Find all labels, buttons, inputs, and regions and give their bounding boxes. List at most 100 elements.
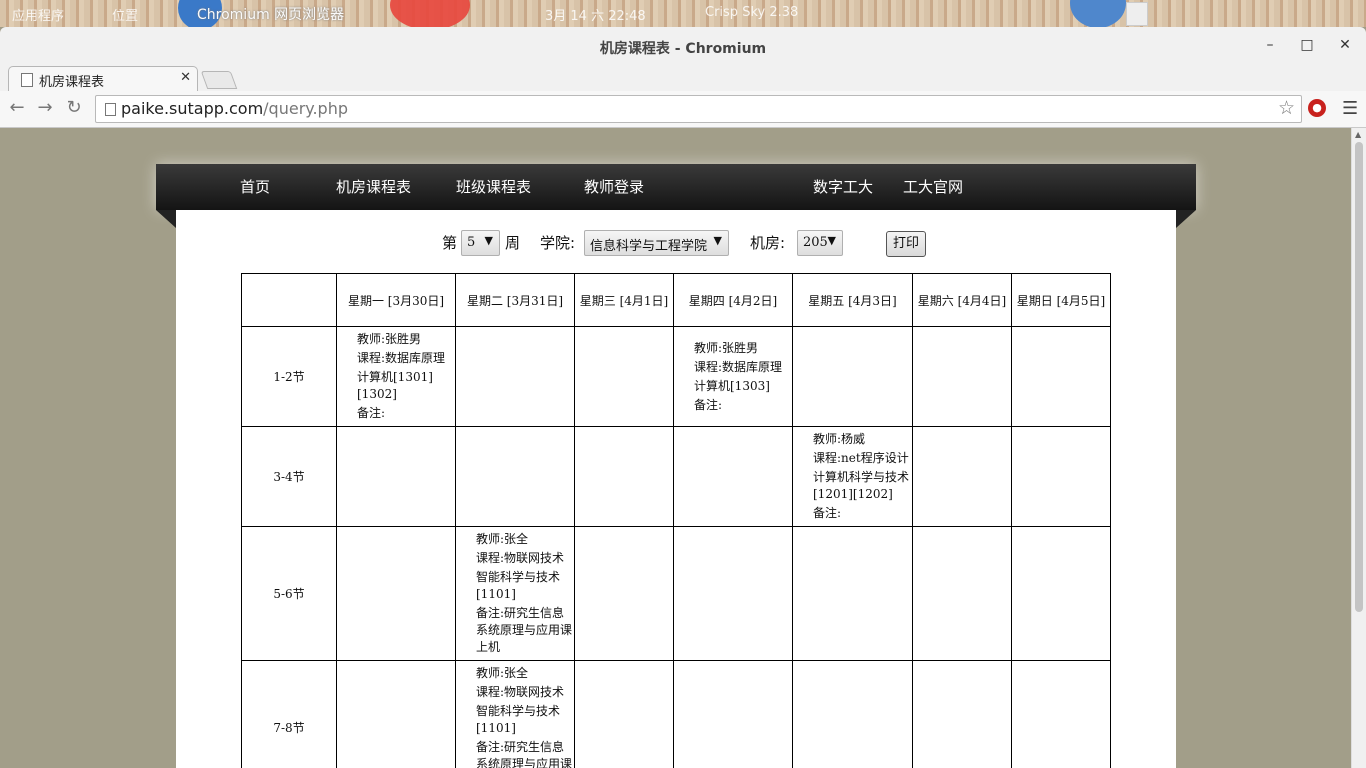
slot-label: 5-6节 <box>241 526 337 661</box>
schedule-cell <box>792 660 913 768</box>
tab-label: 机房课程表 <box>39 75 105 90</box>
course-entry-line: 教师:杨威 <box>813 432 866 446</box>
ribbon-fold <box>156 210 176 228</box>
course-entry: 教师:杨威 课程:net程序设计 计算机科学与技术[1201][1202] 备注: <box>793 427 912 526</box>
close-window-button[interactable]: ✕ <box>1335 35 1355 55</box>
nav-digital-sut[interactable]: 数字工大 <box>813 176 873 197</box>
schedule-cell <box>336 526 456 661</box>
browser-toolbar: ← → ↻ paike.sutapp.com/query.php ☆ ● ☰ <box>0 91 1366 128</box>
extension-icon[interactable]: ● <box>1308 99 1326 117</box>
weather-indicator[interactable]: Crisp Sky 2.38 <box>705 5 798 20</box>
wallpaper-decoration <box>390 0 470 27</box>
schedule-cell: 教师:张胜男 课程:数据库原理 计算机[1301][1302] 备注: <box>336 326 456 427</box>
course-entry-line: 课程:数据库原理 <box>694 359 783 374</box>
course-entry-line: 备注: <box>813 506 842 520</box>
college-select[interactable]: 信息科学与工程学院 ▼ <box>584 230 729 256</box>
schedule-cell <box>455 426 575 527</box>
course-entry: 教师:张胜男 课程:数据库原理 计算机[1301][1302] 备注: <box>337 327 455 426</box>
maximize-button[interactable]: □ <box>1297 35 1317 55</box>
site-navigation: 首页 机房课程表 班级课程表 教师登录 数字工大 工大官网 <box>156 164 1196 228</box>
day-header: 星期三 [4月1日] <box>574 273 674 327</box>
day-header: 星期日 [4月5日] <box>1011 273 1111 327</box>
scroll-up-icon[interactable]: ▲ <box>1355 130 1361 139</box>
active-window-title: Chromium 网页浏览器 <box>197 7 345 23</box>
schedule-cell <box>336 660 456 768</box>
chevron-down-icon: ▼ <box>713 234 722 247</box>
table-row: 5-6节 教师:张全 课程:物联网技术 智能科学与技术[1101] 备注:研究生信息系统… <box>241 526 1111 661</box>
chevron-down-icon: ▼ <box>827 234 836 247</box>
schedule-cell <box>673 526 793 661</box>
week-select-value: 5 <box>467 235 476 250</box>
url-text: paike.sutapp.com/query.php <box>121 99 348 118</box>
schedule-cell <box>912 660 1012 768</box>
slot-label: 3-4节 <box>241 426 337 527</box>
hamburger-menu-icon[interactable]: ☰ <box>1342 98 1358 119</box>
places-menu[interactable]: 位置 <box>112 5 138 24</box>
course-entry: 教师:张全 课程:物联网技术 智能科学与技术[1101] 备注:研究生信息系统原理与应… <box>456 661 574 768</box>
course-entry-line: 教师:张全 <box>476 532 529 546</box>
course-entry-line: 课程:物联网技术 <box>476 551 565 565</box>
schedule-cell <box>574 526 674 661</box>
schedule-cell <box>455 326 575 427</box>
star-icon[interactable]: ☆ <box>1278 97 1295 119</box>
day-header: 星期一 [3月30日] <box>336 273 456 327</box>
browser-window: 机房课程表 - Chromium – □ ✕ 机房课程表 ✕ ← → ↻ pai… <box>0 27 1366 768</box>
schedule-cell <box>912 526 1012 661</box>
back-arrow-icon[interactable]: ← <box>7 98 27 118</box>
chevron-down-icon: ▼ <box>484 234 493 247</box>
course-entry-line: 教师:张胜男 <box>357 332 422 346</box>
window-titlebar[interactable]: 机房课程表 - Chromium – □ ✕ <box>0 27 1366 63</box>
schedule-cell <box>1011 326 1111 427</box>
schedule-cell <box>792 326 913 427</box>
room-label: 机房: <box>750 234 786 252</box>
schedule-cell <box>792 526 913 661</box>
reload-icon[interactable]: ↻ <box>64 98 84 118</box>
day-header: 星期四 [4月2日] <box>673 273 793 327</box>
schedule-cell <box>574 326 674 427</box>
course-entry-line: 备注: <box>694 397 723 412</box>
new-tab-button[interactable] <box>200 71 238 89</box>
clock[interactable]: 3月 14 六 22:48 <box>545 5 646 24</box>
schedule-cell <box>673 426 793 527</box>
corner-cell <box>241 273 337 327</box>
schedule-table: 星期一 [3月30日] 星期二 [3月31日] 星期三 [4月1日] 星期四 [… <box>241 273 1111 768</box>
nav-room-schedule[interactable]: 机房课程表 <box>336 176 411 197</box>
week-select[interactable]: 5 ▼ <box>461 230 500 256</box>
schedule-cell <box>1011 660 1111 768</box>
schedule-cell <box>1011 526 1111 661</box>
vertical-scrollbar[interactable]: ▲ <box>1351 128 1366 768</box>
college-select-value: 信息科学与工程学院 <box>590 239 708 254</box>
schedule-cell <box>912 326 1012 427</box>
page-icon <box>21 73 33 87</box>
schedule-cell: 教师:张胜男 课程:数据库原理 计算机[1303] 备注: <box>673 326 793 427</box>
schedule-cell <box>1011 426 1111 527</box>
day-header: 星期二 [3月31日] <box>455 273 575 327</box>
scrollbar-thumb[interactable] <box>1355 142 1363 612</box>
forward-arrow-icon[interactable]: → <box>35 98 55 118</box>
print-button[interactable]: 打印 <box>886 231 926 257</box>
applications-menu[interactable]: 应用程序 <box>12 5 64 24</box>
schedule-cell: 教师:杨威 课程:net程序设计 计算机科学与技术[1201][1202] 备注: <box>792 426 913 527</box>
page-icon <box>105 103 116 116</box>
window-title: 机房课程表 - Chromium <box>599 41 767 57</box>
minimize-button[interactable]: – <box>1260 35 1280 55</box>
schedule-cell <box>673 660 793 768</box>
course-entry: 教师:张胜男 课程:数据库原理 计算机[1303] 备注: <box>674 336 792 418</box>
slot-label: 7-8节 <box>241 660 337 768</box>
day-header: 星期六 [4月4日] <box>912 273 1012 327</box>
college-label: 学院: <box>540 234 576 252</box>
ribbon-fold <box>1176 210 1196 228</box>
room-select[interactable]: 205 ▼ <box>797 230 843 256</box>
nav-class-schedule[interactable]: 班级课程表 <box>456 176 531 197</box>
slot-label: 1-2节 <box>241 326 337 427</box>
course-entry-line: 备注:研究生信息系统原理与应用课上机 <box>476 606 573 654</box>
address-bar[interactable]: paike.sutapp.com/query.php ☆ <box>95 95 1302 123</box>
close-tab-icon[interactable]: ✕ <box>180 70 191 85</box>
tab-schedule[interactable]: 机房课程表 ✕ <box>8 66 198 92</box>
user-avatar[interactable] <box>1126 2 1148 26</box>
nav-home[interactable]: 首页 <box>240 176 270 197</box>
nav-teacher-login[interactable]: 教师登录 <box>584 176 644 197</box>
course-entry-line: 课程:net程序设计 <box>813 451 909 465</box>
course-entry-line: 计算机[1301][1302] <box>357 370 433 401</box>
nav-official-site[interactable]: 工大官网 <box>903 176 963 197</box>
